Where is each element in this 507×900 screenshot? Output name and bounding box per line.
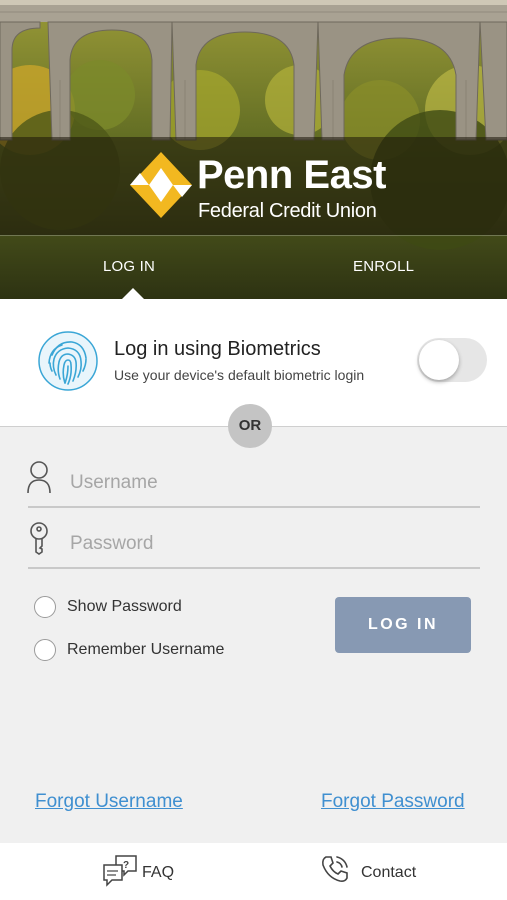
user-icon <box>27 461 51 494</box>
tab-divider <box>0 235 507 236</box>
remember-username-radio[interactable] <box>34 639 56 661</box>
faq-button[interactable]: ? FAQ <box>100 843 200 900</box>
tab-enroll[interactable]: ENROLL <box>353 258 414 276</box>
contact-label: Contact <box>361 864 417 881</box>
biometrics-subtitle: Use your device's default biometric logi… <box>114 367 365 383</box>
forgot-username-link[interactable]: Forgot Username <box>35 790 183 814</box>
faq-label: FAQ <box>142 864 175 881</box>
show-password-label[interactable]: Show Password <box>67 597 182 617</box>
biometrics-title: Log in using Biometrics <box>114 338 321 360</box>
faq-icon: ? <box>103 855 137 887</box>
password-input[interactable] <box>70 529 470 559</box>
hero-banner: Penn East Federal Credit Union LOG IN EN… <box>0 0 507 300</box>
remember-username-label[interactable]: Remember Username <box>67 640 224 660</box>
penn-east-logo-icon <box>130 152 192 218</box>
biometrics-toggle[interactable] <box>417 338 487 382</box>
contact-button[interactable]: Contact <box>318 843 428 900</box>
phone-icon <box>322 856 348 882</box>
login-button[interactable]: LOG IN <box>335 597 471 653</box>
password-underline <box>28 567 480 569</box>
toggle-knob <box>419 340 459 380</box>
username-underline <box>28 506 480 508</box>
fingerprint-icon <box>38 331 98 391</box>
brand-subtitle: Federal Credit Union <box>198 200 377 222</box>
or-separator-badge: OR <box>228 404 272 448</box>
bottom-bar: ? FAQ Contact <box>0 843 507 900</box>
key-icon <box>30 522 48 555</box>
tab-log-in[interactable]: LOG IN <box>103 258 155 276</box>
svg-text:?: ? <box>123 860 129 871</box>
forgot-password-link[interactable]: Forgot Password <box>321 790 465 814</box>
username-input[interactable] <box>70 468 470 498</box>
show-password-radio[interactable] <box>34 596 56 618</box>
brand-name: Penn East <box>197 153 386 197</box>
